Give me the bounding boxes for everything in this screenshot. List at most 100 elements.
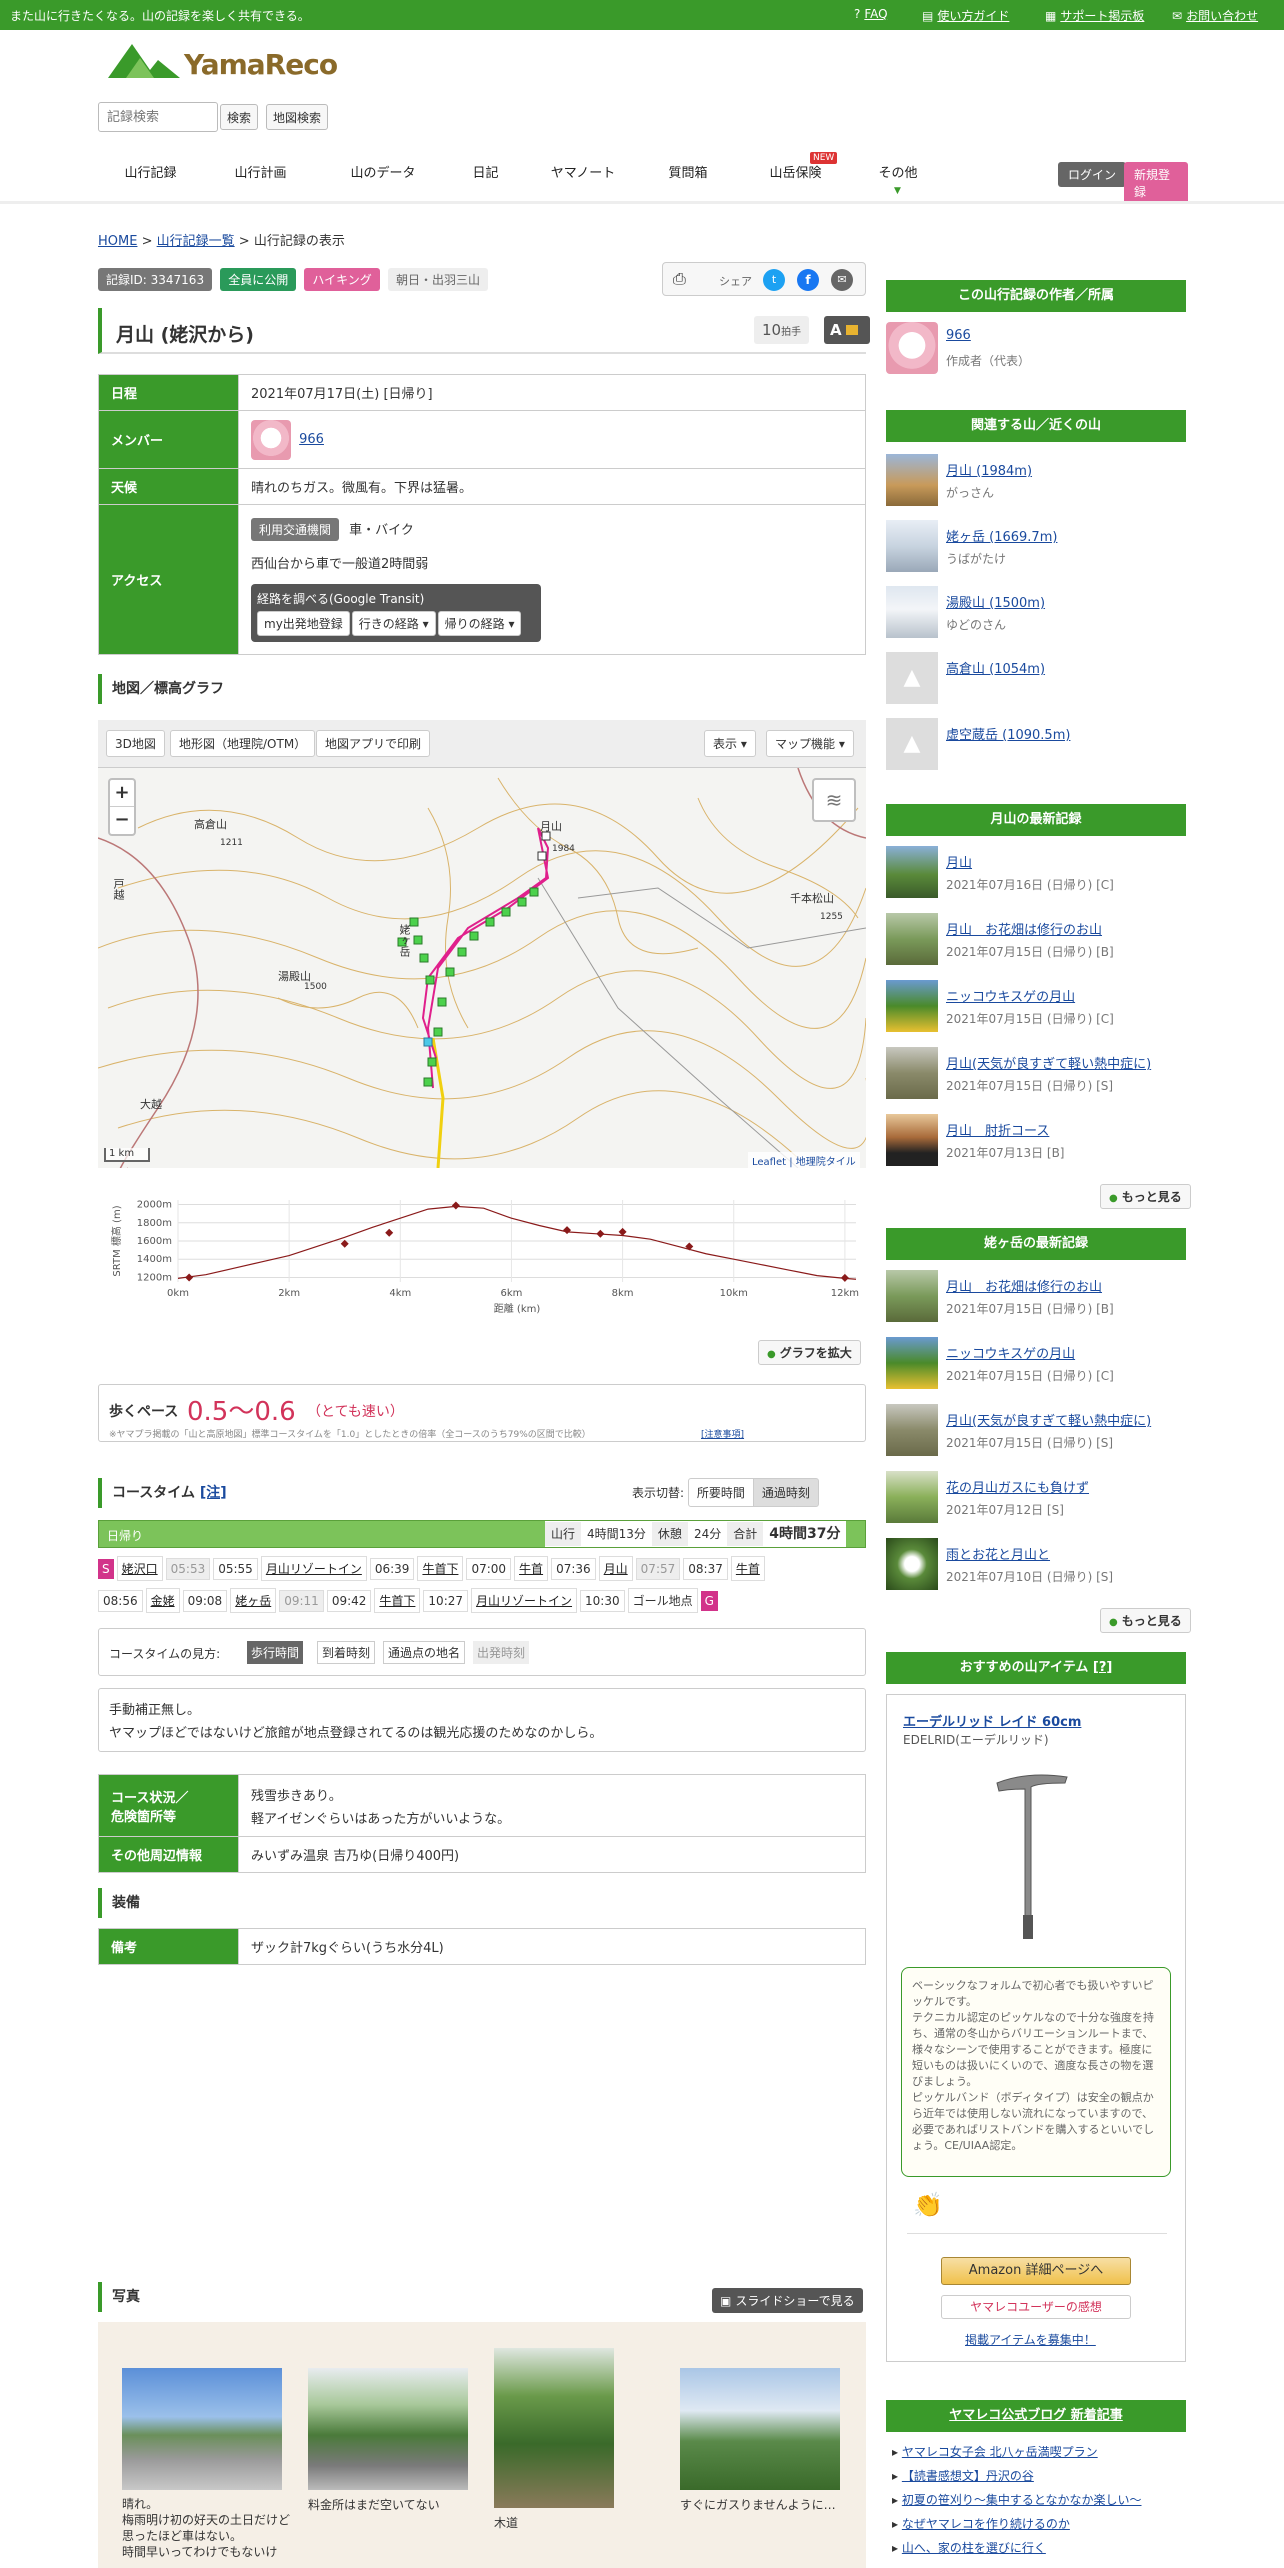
record-search-input[interactable]	[98, 102, 218, 132]
blog-link[interactable]: 【読書感想文】丹沢の谷	[902, 2469, 1034, 2483]
new-badge: NEW	[810, 152, 838, 164]
outbound-route-button[interactable]: 行きの経路 ▾	[351, 610, 436, 636]
guide-link[interactable]: ▤ 使い方ガイド	[922, 7, 1009, 24]
mail-share-icon[interactable]: ✉	[831, 269, 853, 291]
contact-link[interactable]: ✉ お問い合わせ	[1172, 7, 1258, 24]
display-menu-button[interactable]: 表示 ▾	[704, 730, 756, 757]
waypoint-link[interactable]: 牛首	[730, 1556, 765, 1581]
record-id-tag: 記録ID: 3347163	[98, 268, 213, 291]
waypoint-link[interactable]: 姥沢口	[116, 1556, 163, 1581]
access-cell: 利用交通機関 車・バイク 西仙台から車で一般道2時間弱 経路を調べる(Googl…	[238, 504, 866, 655]
login-button[interactable]: ログイン	[1058, 162, 1127, 187]
support-board-link[interactable]: ▦ サポート掲示板	[1045, 7, 1144, 24]
course-stats: 山行 4時間13分 休憩 24分 合計 4時間37分	[545, 1521, 847, 1547]
nav-qa[interactable]: 質問箱	[658, 146, 718, 202]
logo[interactable]: YamaReco	[106, 38, 338, 84]
elevation-line	[177, 1205, 857, 1280]
top-bar: また山に行きたくなる。山の記録を楽しく共有できる。 ? FAQ ▤ 使い方ガイド ▦…	[0, 0, 1284, 30]
weather-label: 天候	[98, 468, 239, 505]
topo-map-button[interactable]: 地形図（地理院/OTM）	[170, 730, 316, 757]
uba-more-button[interactable]: もっと見る	[1100, 1608, 1191, 1633]
amazon-button[interactable]: Amazon 詳細ページへ	[941, 2257, 1131, 2285]
photo-1[interactable]	[122, 2368, 282, 2490]
zoom-in-button[interactable]: +	[110, 780, 134, 807]
route-map[interactable]: 月山 1984 湯殿山 1500 姥ヶ岳 千本松山 1255 高倉山 1211 …	[98, 768, 866, 1168]
blog-link[interactable]: なぜヤマレコを作り続けるのか	[902, 2517, 1070, 2531]
blog-link[interactable]: ヤマレコ女子会 北八ヶ岳満喫プラン	[902, 2445, 1098, 2459]
clap-counter[interactable]: 10拍手	[754, 316, 810, 344]
waypoint-link[interactable]: 牛首	[514, 1556, 549, 1581]
waypoint-link[interactable]: 姥ヶ岳	[230, 1588, 277, 1613]
recruit-items-link[interactable]: 掲載アイテムを募集中！	[965, 2331, 1096, 2348]
zoom-out-button[interactable]: −	[110, 807, 134, 834]
item-name-link[interactable]: エーデルリッド レイド 60cm	[903, 1711, 1081, 1730]
waypoint-link[interactable]: 牛首下	[374, 1588, 421, 1613]
map-functions-button[interactable]: マップ機能 ▾	[766, 730, 854, 757]
y-tick-label: 1400m	[137, 1254, 172, 1265]
nav-yamanote[interactable]: ヤマノート	[543, 146, 623, 202]
gassan-record-item: 月山 2021年07月16日 (日帰り) [C]	[886, 846, 1186, 898]
author-link[interactable]: 966	[946, 328, 971, 343]
print-map-button[interactable]: 地図アプリで印刷	[316, 730, 431, 757]
twitter-icon[interactable]: t	[763, 269, 785, 291]
waypoint-link[interactable]: 月山リゾートイン	[471, 1588, 578, 1613]
register-origin-button[interactable]: my出発地登録	[257, 610, 350, 636]
photo-4[interactable]	[680, 2368, 840, 2490]
faq-link[interactable]: ? FAQ	[854, 7, 888, 21]
nav-insurance[interactable]: 山岳保険 NEW	[758, 146, 838, 202]
arrival-time: 06:39	[369, 1558, 415, 1580]
waypoint-link[interactable]: 月山リゾートイン	[260, 1556, 367, 1581]
uba-record-item: 花の月山ガスにも負けず 2021年07月12日 [S]	[886, 1471, 1186, 1523]
blog-link[interactable]: 山へ、家の柱を選びに行く	[902, 2541, 1046, 2555]
nav-other[interactable]: その他 ▼	[868, 146, 928, 202]
pace-notes-link[interactable]: [注意事項]	[701, 1427, 744, 1440]
related-item: ▲ 高倉山 (1054m)	[886, 652, 1186, 704]
slideshow-button[interactable]: ▣ スライドショーで見る	[712, 2288, 863, 2313]
question-icon: ?	[854, 7, 861, 21]
arrival-time: 08:56	[98, 1590, 143, 1612]
gassan-more-button[interactable]: もっと見る	[1100, 1184, 1191, 1209]
facebook-icon[interactable]: f	[797, 269, 819, 291]
photo-2[interactable]	[308, 2368, 468, 2490]
user-reviews-button[interactable]: ヤマレコユーザーの感想	[941, 2295, 1131, 2319]
expand-graph-button[interactable]: グラフを拡大	[758, 1340, 861, 1365]
nav-diary[interactable]: 日記	[463, 146, 508, 202]
nav-mountain-data[interactable]: 山のデータ	[338, 146, 428, 202]
waypoint-marker	[618, 1227, 627, 1236]
map-search-button[interactable]: 地図検索	[266, 104, 329, 130]
waypoint-link[interactable]: 牛首下	[417, 1556, 464, 1581]
layers-icon[interactable]: ≋	[812, 778, 856, 822]
area-tag[interactable]: 朝日・出羽三山	[387, 268, 488, 291]
record-title: 月山 (姥沢から)	[116, 324, 254, 346]
member-avatar[interactable]	[251, 419, 291, 460]
coursetime-heading: コースタイム [注]	[98, 1478, 398, 1508]
blog-link[interactable]: 初夏の笹刈り～集中するとなかなか楽しい～	[902, 2493, 1142, 2507]
toggle-duration[interactable]: 所要時間	[687, 1478, 754, 1507]
date-label: 日程	[98, 374, 239, 411]
breadcrumb-list[interactable]: 山行記録一覧	[157, 234, 235, 249]
ice-axe-image[interactable]	[987, 1765, 1077, 1945]
print-icon[interactable]: ⎙	[673, 269, 686, 289]
member-link[interactable]: 966	[299, 432, 324, 447]
toggle-passing-time[interactable]: 通過時刻	[752, 1478, 819, 1507]
hiking-tag[interactable]: ハイキング	[304, 268, 380, 291]
public-tag: 全員に公開	[220, 268, 297, 291]
waypoint-link[interactable]: 月山	[598, 1556, 633, 1581]
nav-records[interactable]: 山行記録	[108, 146, 193, 202]
waypoint-link[interactable]: 金姥	[145, 1588, 180, 1613]
nav-plans[interactable]: 山行計画	[218, 146, 303, 202]
signup-button[interactable]: 新規登録	[1124, 162, 1188, 204]
related-heading: 関連する山／近くの山	[886, 410, 1186, 442]
author-avatar[interactable]	[886, 322, 938, 374]
return-route-button[interactable]: 帰りの経路 ▾	[437, 610, 522, 636]
3d-map-button[interactable]: 3D地図	[106, 730, 165, 757]
map-label-senbonmatsu: 千本松山	[790, 892, 834, 905]
photo-3[interactable]	[494, 2348, 614, 2508]
x-axis-label: 距離 (km)	[494, 1302, 541, 1315]
map-attribution[interactable]: Leaflet | 地理院タイル	[748, 1152, 860, 1168]
breadcrumb-home[interactable]: HOME	[98, 234, 137, 249]
waypoint-marker	[451, 1201, 460, 1210]
y-axis-label: SRTM 標高 (m)	[110, 1205, 123, 1276]
search-button[interactable]: 検索	[220, 104, 259, 130]
gassan-record-item: 月山(天気が良すぎて軽い熱中症に) 2021年07月15日 (日帰り) [S]	[886, 1047, 1186, 1099]
